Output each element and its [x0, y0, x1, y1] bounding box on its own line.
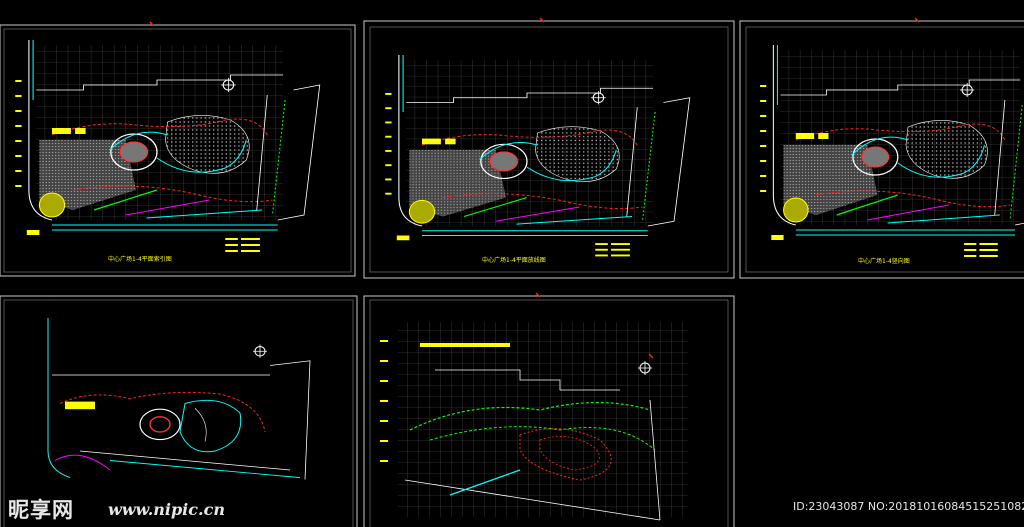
- watermark-brand: 昵享网: [8, 498, 74, 522]
- watermark-url: www.nipic.cn: [108, 500, 225, 519]
- watermark-id-text: ID:23043087 NO:20181016084515251082: [793, 500, 1024, 513]
- cad-drawing-canvas: 中心广场1-4平面索引图 中心广场1-4平面放线图 中心广场1-4竖向图: [0, 17, 1024, 527]
- nipic-watermark-logo: 昵享网 www.nipic.cn: [8, 492, 225, 524]
- drawing-sheet-5: [363, 292, 735, 527]
- sheet-3-title: 中心广场1-4竖向图: [858, 257, 910, 265]
- drawing-sheet-2: [363, 17, 735, 279]
- sheet-1-title: 中心广场1-4平面索引图: [108, 255, 172, 263]
- drawing-sheet-3: [739, 17, 1024, 279]
- drawing-sheet-1: [0, 21, 356, 277]
- sheet-2-title: 中心广场1-4平面放线图: [482, 256, 546, 264]
